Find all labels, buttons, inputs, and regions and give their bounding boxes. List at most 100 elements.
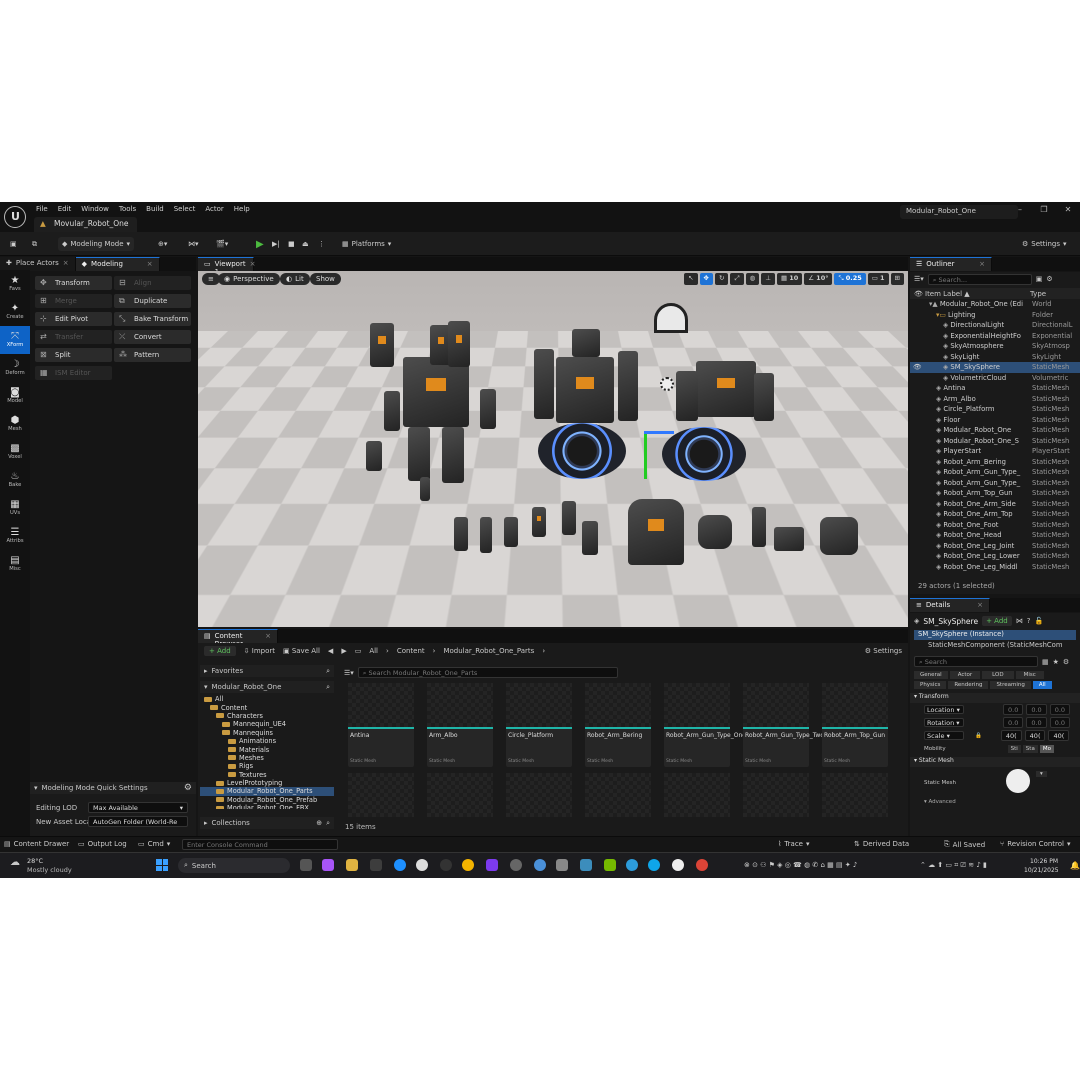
- filter-all[interactable]: All: [1033, 681, 1052, 689]
- blueprint-icon[interactable]: ⋈: [1016, 617, 1023, 625]
- close-icon[interactable]: ×: [265, 632, 271, 641]
- collections-header[interactable]: ▸ Collections ⊕ ⌕: [200, 817, 334, 829]
- close-icon[interactable]: ×: [147, 260, 153, 269]
- level-viewport[interactable]: ⊢x ≡ ◉ Perspective ◐ Lit Show ↖ ✥ ↻ ⤢ ◍ ⊥ …: [198, 271, 908, 627]
- select-mode-icon[interactable]: ↖: [684, 273, 697, 285]
- asset-tile[interactable]: [348, 773, 414, 817]
- maximize-viewport-icon[interactable]: ⊞: [891, 273, 904, 285]
- duplicate-tool-button[interactable]: ⧉ Duplicate: [114, 294, 191, 308]
- play-button[interactable]: ▶: [252, 237, 268, 251]
- blueprint-icon[interactable]: ⋈▾: [184, 237, 203, 251]
- favorite-star-icon[interactable]: ★: [1053, 658, 1059, 666]
- folder-tree-item[interactable]: Modular_Robot_One_FBX: [200, 804, 334, 809]
- asset-tile[interactable]: Robot_Arm_Gun_Type_One Static Mesh: [664, 683, 730, 767]
- task-view-icon[interactable]: [300, 859, 312, 871]
- weather-icon[interactable]: ☁: [10, 857, 20, 868]
- outliner-row[interactable]: ◈ Robot_Arm_Bering StaticMesh: [910, 457, 1080, 468]
- windows-start-icon[interactable]: [156, 859, 168, 871]
- mobility-stationary[interactable]: Sta: [1023, 745, 1038, 753]
- minimize-button[interactable]: –: [1008, 202, 1032, 218]
- folder-tree-item[interactable]: Content: [200, 703, 334, 711]
- outliner-row[interactable]: ◈ Floor StaticMesh: [910, 415, 1080, 426]
- asset-tile[interactable]: [506, 773, 572, 817]
- breadcrumb-content[interactable]: Content: [397, 647, 425, 655]
- folder-tree-item[interactable]: Rigs: [200, 762, 334, 770]
- settings-button[interactable]: ⚙ Settings ▾: [1018, 237, 1071, 251]
- asset-tile[interactable]: Arm_Albo Static Mesh: [427, 683, 493, 767]
- visibility-icon[interactable]: 👁: [913, 363, 922, 371]
- taskbar-search[interactable]: ⌕ Search: [178, 858, 290, 873]
- lit-button[interactable]: ◐ Lit: [280, 273, 310, 285]
- outliner-row[interactable]: ◈ Robot_One_Leg_Middl StaticMesh: [910, 562, 1080, 573]
- new-asset-location-dropdown[interactable]: AutoGen Folder (World-Re: [88, 816, 188, 827]
- step-icon[interactable]: ▶|: [268, 237, 284, 251]
- lock-icon[interactable]: 🔓: [1034, 617, 1043, 625]
- search-icon[interactable]: ⌕: [326, 667, 330, 676]
- convert-tool-button[interactable]: ⤫ Convert: [114, 330, 191, 344]
- eject-icon[interactable]: ⏏: [298, 237, 313, 251]
- outliner-row[interactable]: ▾▭ Lighting Folder: [910, 310, 1080, 321]
- menu-file[interactable]: File: [36, 205, 48, 213]
- visibility-icon[interactable]: 👁: [914, 290, 923, 298]
- robot-arm-mesh[interactable]: [448, 321, 470, 367]
- unreal-engine-taskbar-icon[interactable]: [672, 859, 684, 871]
- console-input[interactable]: Enter Console Command: [182, 839, 338, 850]
- filter-icon[interactable]: ☰▾: [914, 275, 924, 283]
- rotate-icon[interactable]: ↻: [715, 273, 728, 285]
- align-tool-button[interactable]: ⊟ Align: [114, 276, 191, 290]
- sky-atmosphere-icon[interactable]: [654, 303, 688, 333]
- chrome-icon[interactable]: [462, 859, 474, 871]
- derived-data-button[interactable]: ⇅ Derived Data: [854, 840, 909, 848]
- details-search-input[interactable]: ⌕ Search: [914, 656, 1038, 667]
- angle-snap-toggle[interactable]: ∠ 10°: [804, 273, 832, 285]
- source-control-icon[interactable]: ⧉: [28, 237, 41, 251]
- tab-place-actors[interactable]: ✚ Place Actors ×: [0, 257, 76, 271]
- translate-icon[interactable]: ✥: [700, 273, 713, 285]
- system-tray-icons[interactable]: ⌃ ☁ ⬆ ▭ ⌗ ⎚ ≋ ♪ ▮: [920, 861, 987, 870]
- category-create[interactable]: ✦ Create: [0, 298, 30, 326]
- category-misc[interactable]: ▤ Misc: [0, 550, 30, 578]
- platforms-dropdown[interactable]: ▦ Platforms ▾: [338, 237, 395, 251]
- cmd-dropdown[interactable]: ▭ Cmd ▾: [138, 840, 170, 848]
- robot-part-mesh[interactable]: [480, 517, 492, 553]
- app-icon[interactable]: [510, 859, 522, 871]
- close-icon[interactable]: ×: [63, 259, 69, 269]
- maximize-button[interactable]: ❐: [1032, 202, 1056, 218]
- asset-tile[interactable]: Robot_Arm_Bering Static Mesh: [585, 683, 651, 767]
- asset-search-input[interactable]: ⌕ Search Modular_Robot_One_Parts: [358, 667, 618, 678]
- rotation-dropdown[interactable]: Rotation ▾: [924, 718, 964, 727]
- mobility-static[interactable]: Sti: [1008, 745, 1021, 753]
- outliner-row[interactable]: ◈ Robot_One_Leg_Lower StaticMesh: [910, 551, 1080, 562]
- menu-select[interactable]: Select: [174, 205, 196, 213]
- outliner-row[interactable]: ▾▲ Modular_Robot_One (Edi World: [910, 299, 1080, 310]
- ism-editor-tool-button[interactable]: ▦ ISM Editor: [35, 366, 112, 380]
- output-log-button[interactable]: ▭ Output Log: [78, 840, 127, 848]
- scale-snap-toggle[interactable]: ⤡ 0.25: [834, 273, 865, 285]
- rotation-z[interactable]: 0.0: [1050, 717, 1070, 728]
- filter-misc[interactable]: Misc: [1016, 671, 1044, 679]
- nvidia-icon[interactable]: [604, 859, 616, 871]
- column-item-label[interactable]: Item Label ▲: [925, 290, 970, 298]
- scale-y[interactable]: 40(: [1025, 730, 1046, 741]
- play-options-icon[interactable]: ⋮: [314, 237, 329, 251]
- outliner-row[interactable]: ◈ ExponentialHeightFo Exponential: [910, 331, 1080, 342]
- location-y[interactable]: 0.0: [1026, 704, 1046, 715]
- asset-tile[interactable]: Antina Static Mesh: [348, 683, 414, 767]
- mode-dropdown[interactable]: ◆ Modeling Mode ▾: [58, 237, 134, 251]
- outliner-row[interactable]: ◈ Circle_Platform StaticMesh: [910, 404, 1080, 415]
- scale-x[interactable]: 40(: [1001, 730, 1022, 741]
- outliner-row[interactable]: ◈ PlayerStart PlayerStart: [910, 446, 1080, 457]
- outliner-row[interactable]: ◈ VolumetricCloud Volumetric: [910, 373, 1080, 384]
- robot-part-mesh[interactable]: [366, 441, 382, 471]
- robot-part-mesh[interactable]: [504, 517, 518, 547]
- tab-details[interactable]: ≡ Details ×: [910, 598, 990, 612]
- file-explorer-icon[interactable]: [346, 859, 358, 871]
- tray-icons[interactable]: ⊗ ⊙ ⚇ ⚑ ◈ ◎ ☎ ◍ ✆ ⌂ ▦ ▤ ✦ ♪: [744, 861, 857, 869]
- asset-tile[interactable]: [822, 773, 888, 817]
- component-row[interactable]: StaticMeshComponent (StaticMeshCom: [914, 641, 1076, 651]
- folder-tree-item[interactable]: All: [200, 695, 334, 703]
- outliner-row[interactable]: ◈ Modular_Robot_One_S StaticMesh: [910, 436, 1080, 447]
- edge-icon[interactable]: [648, 859, 660, 871]
- add-button[interactable]: + Add: [204, 646, 236, 656]
- transform-tool-button[interactable]: ✥ Transform: [35, 276, 112, 290]
